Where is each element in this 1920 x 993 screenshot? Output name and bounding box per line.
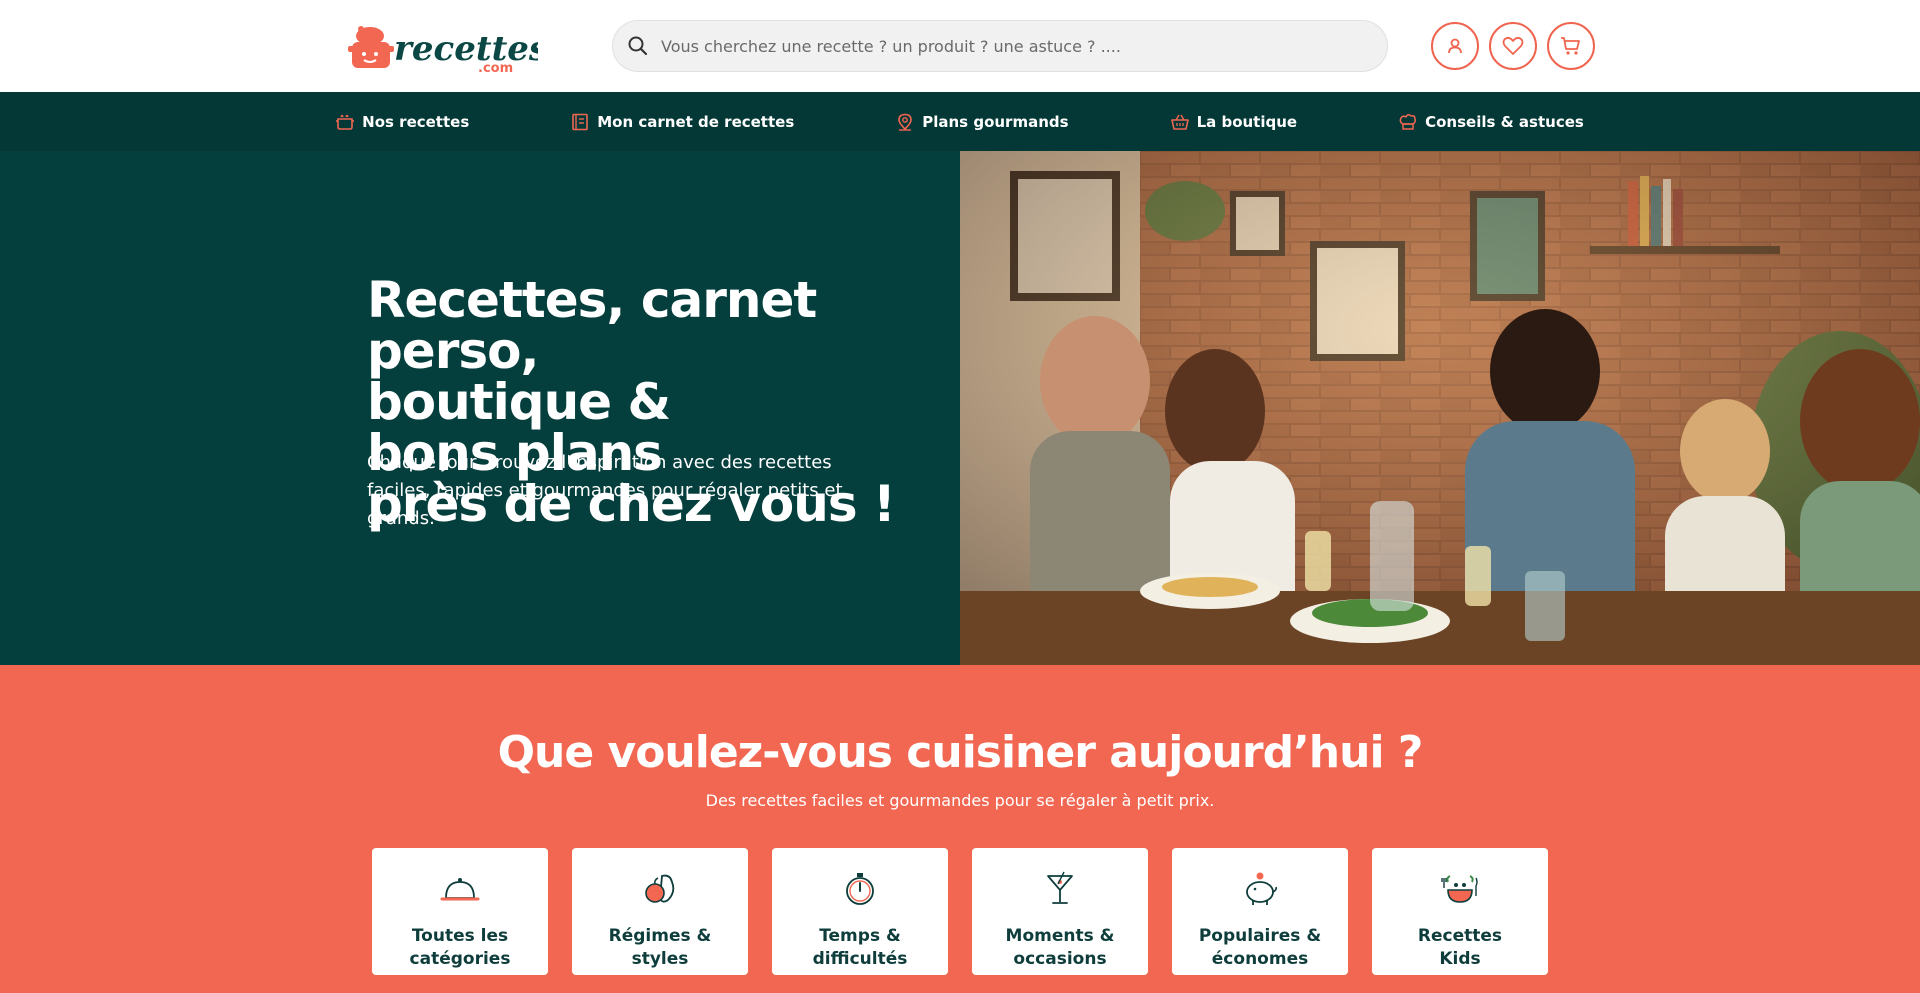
category-label: Toutes les catégories [409, 926, 511, 969]
category-card-moments[interactable]: Moments & occasions [972, 848, 1148, 975]
notebook-icon [572, 113, 589, 130]
category-card-temps[interactable]: Temps & difficultés [772, 848, 948, 975]
hero-text-panel: Recettes, carnet perso, boutique & bons … [0, 151, 960, 665]
cloche-icon [440, 878, 480, 901]
category-card-kids[interactable]: Recettes Kids [1372, 848, 1548, 975]
basket-icon [1170, 114, 1189, 130]
heart-icon [1502, 36, 1524, 55]
hero-title-highlight: bons plans [359, 424, 670, 482]
search-input[interactable] [661, 36, 1361, 56]
search-bar[interactable] [612, 20, 1388, 72]
site-logo[interactable]: recettes .com [348, 18, 538, 76]
category-label: Recettes Kids [1417, 926, 1503, 969]
hero-section: Recettes, carnet perso, boutique & bons … [0, 151, 1920, 665]
user-icon [1448, 38, 1462, 54]
cart-button[interactable] [1547, 22, 1595, 70]
nav-label: La boutique [1196, 112, 1298, 131]
nav-item-conseils[interactable]: Conseils & astuces [1399, 113, 1584, 131]
site-header: recettes .com [0, 0, 1920, 92]
logo-text: recettes [394, 29, 538, 69]
search-icon [628, 36, 648, 56]
hero-title-line1: Recettes, carnet perso, [367, 271, 817, 380]
nav-item-carnet[interactable]: Mon carnet de recettes [571, 113, 794, 131]
location-pin-icon [898, 113, 913, 131]
nav-item-boutique[interactable]: La boutique [1170, 112, 1298, 131]
cart-icon [1561, 37, 1580, 55]
categories-section: Que voulez-vous cuisiner aujourd’hui ? D… [0, 665, 1920, 993]
nav-label: Mon carnet de recettes [597, 112, 795, 131]
cocktail-icon [1047, 871, 1073, 904]
stopwatch-icon [846, 873, 874, 905]
vegetables-icon [645, 874, 675, 903]
categories-subtitle: Des recettes faciles et gourmandes pour … [705, 791, 1215, 810]
category-card-all[interactable]: Toutes les catégories [372, 848, 548, 975]
favorites-button[interactable] [1489, 22, 1537, 70]
nav-label: Plans gourmands [922, 112, 1069, 131]
category-card-populaires[interactable]: Populaires & économes [1172, 848, 1348, 975]
family-dinner-illustration [960, 151, 1920, 665]
category-label: Moments & occasions [1005, 926, 1115, 969]
pot-logo-icon [348, 26, 394, 68]
hero-family-dinner-photo [960, 151, 1920, 665]
category-label: Populaires & économes [1198, 926, 1322, 969]
hero-title-line2: boutique & [367, 373, 671, 431]
nav-item-plans[interactable]: Plans gourmands [896, 112, 1069, 131]
categories-title: Que voulez-vous cuisiner aujourd’hui ? [497, 727, 1424, 778]
pot-icon [336, 114, 355, 130]
category-label: Temps & difficultés [812, 926, 908, 969]
logo-sub: .com [478, 61, 513, 76]
piggy-bank-icon [1246, 872, 1277, 905]
nav-label: Conseils & astuces [1425, 112, 1584, 131]
main-nav: Nos recettes Mon carnet de recettes Plan… [0, 92, 1920, 151]
account-button[interactable] [1431, 22, 1479, 70]
chef-hat-icon [1399, 113, 1417, 130]
category-card-regimes[interactable]: Régimes & styles [572, 848, 748, 975]
nav-item-recettes[interactable]: Nos recettes [336, 113, 469, 131]
nav-label: Nos recettes [362, 112, 470, 131]
kids-plate-icon [1441, 875, 1478, 903]
category-label: Régimes & styles [608, 926, 712, 969]
